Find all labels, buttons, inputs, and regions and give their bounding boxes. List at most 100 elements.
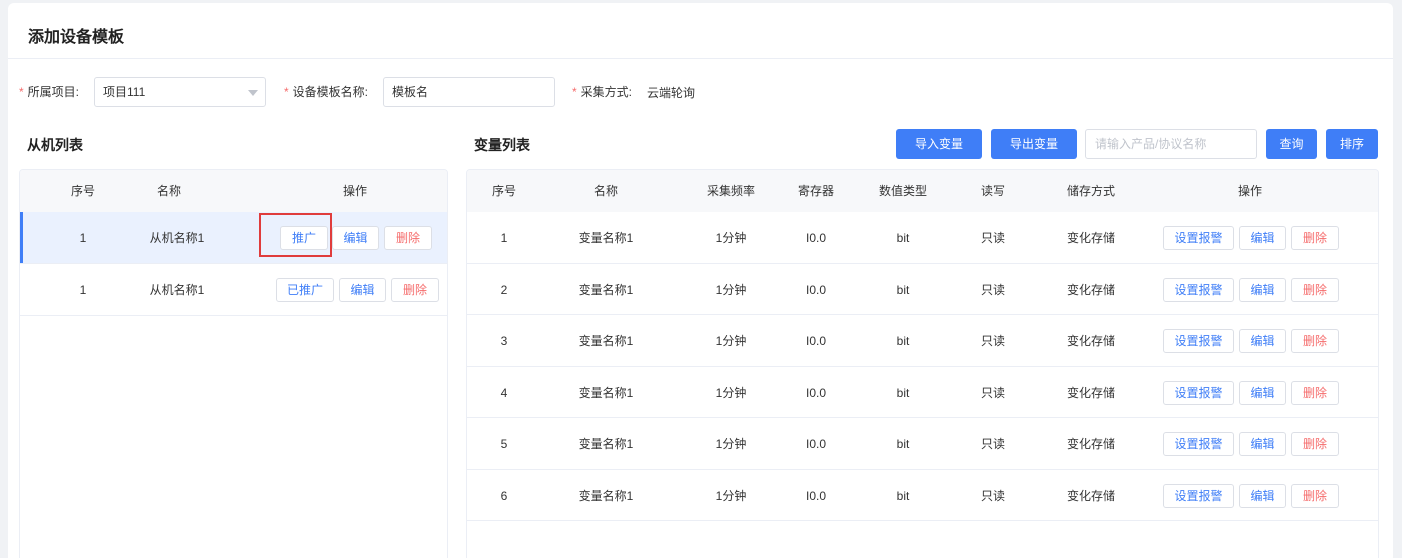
delete-button[interactable]: 删除 [391,278,439,302]
table-row[interactable]: 2 变量名称1 1分钟 I0.0 bit 只读 变化存储 设置报警 编辑 删除 [467,264,1378,315]
delete-button[interactable]: 删除 [1291,277,1339,302]
table-row[interactable]: 6 变量名称1 1分钟 I0.0 bit 只读 变化存储 设置报警 编辑 删除 [467,470,1378,521]
row-frequency: 1分钟 [715,385,747,400]
row-storage: 变化存储 [1066,385,1115,400]
variable-table-header: 序号 名称 采集频率 寄存器 数值类型 读写 储存方式 操作 [467,170,1378,212]
project-label: * 所属项目: [19,85,80,99]
edit-button[interactable]: 编辑 [1239,432,1286,456]
row-read-write: 只读 [980,437,1005,451]
slave-table-header: 序号 名称 操作 [20,170,447,212]
column-header: 寄存器 [797,184,834,198]
template-name-label: * 设备模板名称: [284,85,369,99]
row-value-type: bit [896,334,910,348]
column-header: 序号 [491,184,516,198]
row-storage: 变化存储 [1066,488,1115,503]
page-title: 添加设备模板 [28,29,125,46]
table-row[interactable]: 1 从机名称1 推广 编辑 删除 [20,212,447,264]
collect-method-value: 云端轮询 [647,86,696,100]
edit-button[interactable]: 编辑 [1239,277,1286,302]
row-register: I0.0 [805,385,826,400]
row-value-type: bit [896,282,910,297]
delete-button[interactable]: 删除 [1291,226,1339,250]
edit-button[interactable]: 编辑 [339,278,386,302]
table-row[interactable]: 4 变量名称1 1分钟 I0.0 bit 只读 变化存储 设置报警 编辑 删除 [467,367,1378,418]
row-frequency: 1分钟 [715,437,747,451]
table-row[interactable]: 5 变量名称1 1分钟 I0.0 bit 只读 变化存储 设置报警 编辑 删除 [467,418,1378,470]
set-alarm-button[interactable]: 设置报警 [1163,483,1234,508]
slave-list-table: 序号 名称 操作 1 从机名称1 推广 编辑 删除 1 从机名称1 已推广 编辑… [19,169,448,558]
row-register: I0.0 [805,488,826,503]
column-header: 名称 [593,184,618,198]
edit-button[interactable]: 编辑 [1239,226,1286,250]
row-name: 变量名称1 [578,488,634,503]
delete-button[interactable]: 删除 [1291,329,1339,353]
slave-list-title: 从机列表 [27,137,83,153]
variable-list-table: 序号 名称 采集频率 寄存器 数值类型 读写 储存方式 操作 1 变量名称1 1分钟… [466,169,1379,558]
variable-list-title: 变量列表 [474,137,530,153]
column-header: 读写 [980,184,1005,198]
column-header: 采集频率 [706,184,755,198]
row-read-write: 只读 [980,385,1005,400]
delete-button[interactable]: 删除 [1291,483,1339,508]
row-index: 4 [500,385,508,400]
caret-down-icon [248,90,258,96]
query-button[interactable]: 查询 [1266,129,1317,159]
row-value-type: bit [896,231,910,245]
import-variables-button[interactable]: 导入变量 [896,129,982,159]
column-header: 数值类型 [878,184,927,198]
row-index: 6 [500,488,508,503]
row-index: 1 [79,231,87,245]
edit-button[interactable]: 编辑 [1239,380,1286,405]
row-value-type: bit [896,488,910,503]
set-alarm-button[interactable]: 设置报警 [1163,277,1234,302]
row-register: I0.0 [805,231,826,245]
edit-button[interactable]: 编辑 [1239,483,1286,508]
row-frequency: 1分钟 [715,231,747,245]
delete-button[interactable]: 删除 [384,226,432,250]
row-register: I0.0 [805,437,826,451]
highlight-box [259,213,332,257]
row-register: I0.0 [805,334,826,348]
set-alarm-button[interactable]: 设置报警 [1163,226,1234,250]
row-value-type: bit [896,385,910,400]
row-index: 1 [500,231,508,245]
template-name-input[interactable]: 模板名 [383,77,555,107]
row-storage: 变化存储 [1066,231,1115,245]
column-header: 操作 [342,184,367,198]
row-name: 从机名称1 [149,283,205,297]
row-storage: 变化存储 [1066,437,1115,451]
edit-button[interactable]: 编辑 [1239,329,1286,353]
row-frequency: 1分钟 [715,488,747,503]
row-frequency: 1分钟 [715,282,747,297]
table-row[interactable]: 1 从机名称1 已推广 编辑 删除 [20,264,447,316]
delete-button[interactable]: 删除 [1291,432,1339,456]
delete-button[interactable]: 删除 [1291,380,1339,405]
column-header: 名称 [156,184,181,198]
collect-method-label: * 采集方式: [572,85,633,99]
row-read-write: 只读 [980,488,1005,503]
project-select-value: 项目111 [103,85,146,99]
set-alarm-button[interactable]: 设置报警 [1163,329,1234,353]
title-divider [8,58,1393,59]
table-row[interactable]: 1 变量名称1 1分钟 I0.0 bit 只读 变化存储 设置报警 编辑 删除 [467,212,1378,264]
row-register: I0.0 [805,282,826,297]
pushed-button[interactable]: 已推广 [276,278,334,302]
table-row[interactable]: 3 变量名称1 1分钟 I0.0 bit 只读 变化存储 设置报警 编辑 删除 [467,315,1378,367]
export-variables-button[interactable]: 导出变量 [991,129,1077,159]
row-name: 从机名称1 [149,231,205,245]
row-index: 2 [500,282,508,297]
row-name: 变量名称1 [578,282,634,297]
set-alarm-button[interactable]: 设置报警 [1163,380,1234,405]
project-select[interactable]: 项目111 [94,77,266,107]
set-alarm-button[interactable]: 设置报警 [1163,432,1234,456]
row-name: 变量名称1 [578,334,634,348]
search-input[interactable]: 请输入产品/协议名称 [1085,129,1257,159]
row-name: 变量名称1 [578,437,634,451]
row-read-write: 只读 [980,231,1005,245]
row-storage: 变化存储 [1066,282,1115,297]
column-header: 储存方式 [1066,184,1115,198]
row-storage: 变化存储 [1066,334,1115,348]
row-index: 1 [79,283,87,297]
sort-button[interactable]: 排序 [1326,129,1378,159]
edit-button[interactable]: 编辑 [332,226,379,250]
